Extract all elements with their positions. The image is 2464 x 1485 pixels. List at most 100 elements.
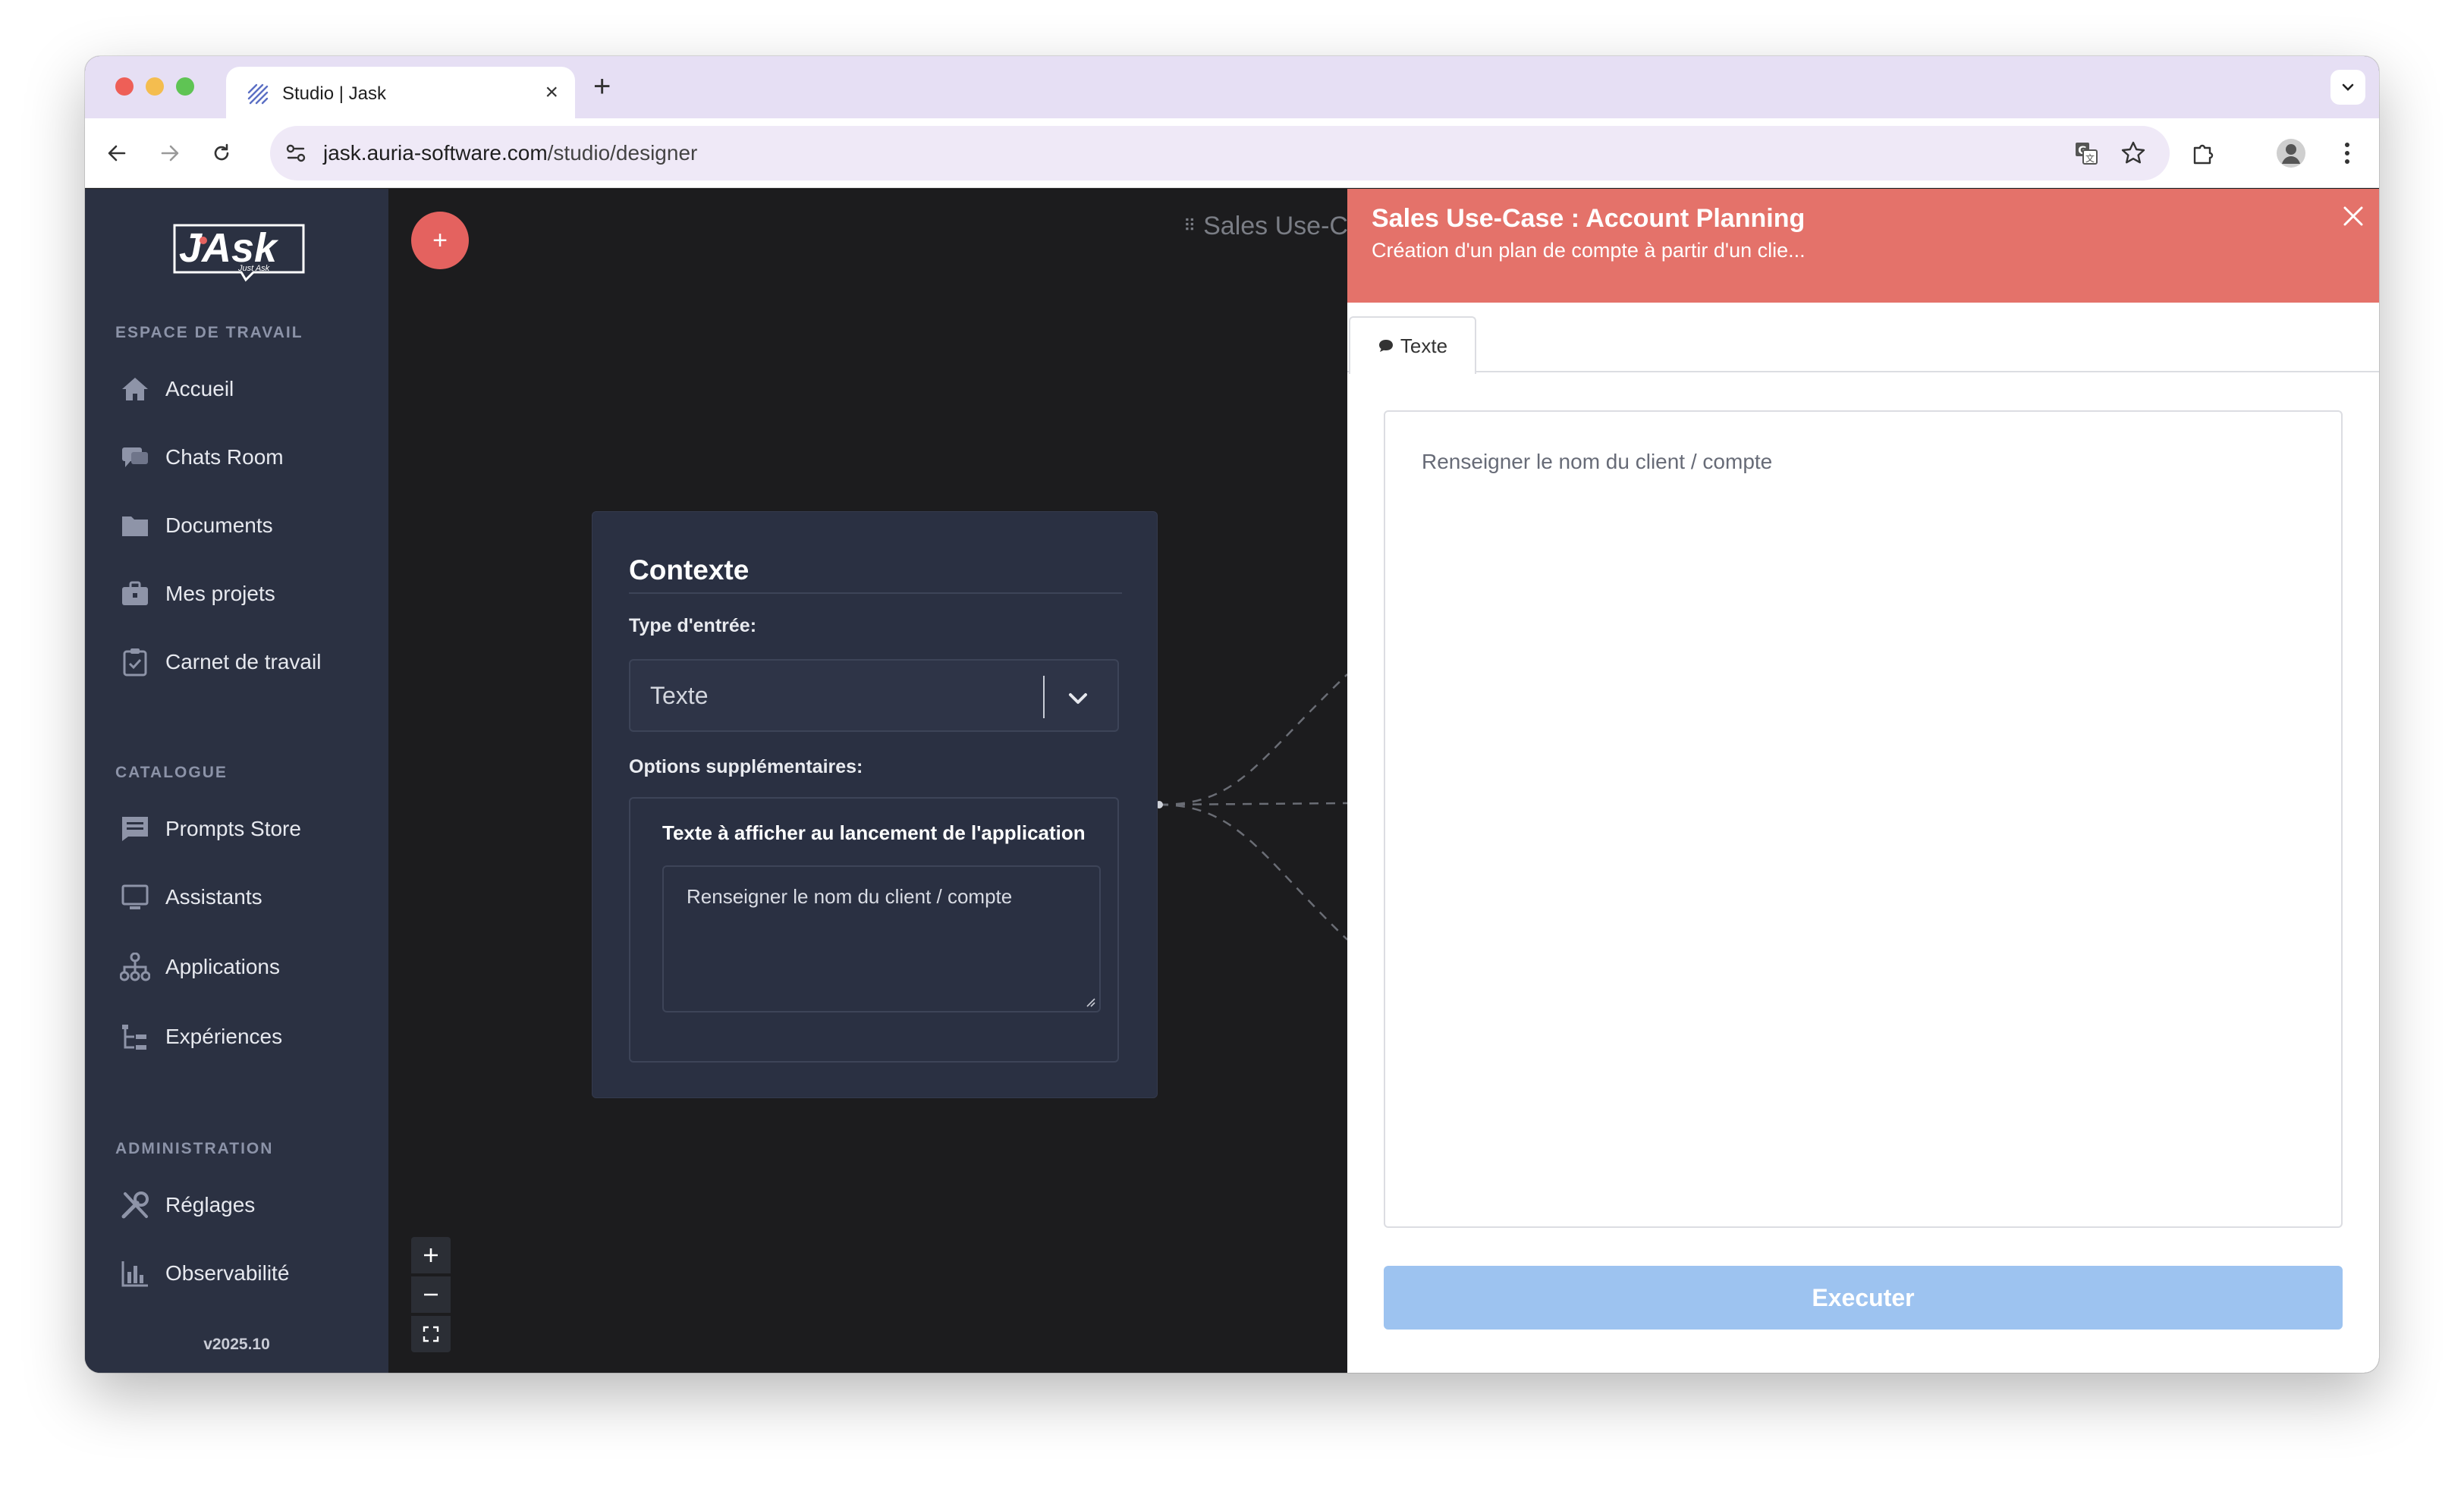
sidebar-item-label: Observabilité <box>165 1261 290 1285</box>
launch-text-input[interactable]: Renseigner le nom du client / compte <box>662 865 1101 1012</box>
app-version: v2025.10 <box>203 1336 270 1353</box>
clipboard-check-icon <box>118 645 152 679</box>
bar-chart-icon <box>118 1257 152 1290</box>
minimize-window-button[interactable] <box>146 77 164 96</box>
reload-button[interactable] <box>205 137 238 170</box>
app-root: JAsk Just Ask ESPACE DE TRAVAIL Accueil … <box>85 189 2379 1373</box>
tree-icon <box>118 1020 152 1053</box>
tab-close-icon[interactable]: × <box>545 79 558 106</box>
new-tab-button[interactable]: + <box>593 70 611 103</box>
close-icon[interactable] <box>2338 201 2368 231</box>
chevron-down-icon <box>2342 83 2354 91</box>
section-title-catalog: CATALOGUE <box>115 764 228 781</box>
sidebar-item-label: Expériences <box>165 1025 283 1048</box>
folder-icon <box>118 509 152 542</box>
preview-panel: Sales Use-Case : Account Planning Créati… <box>1347 189 2379 1373</box>
address-bar[interactable]: jask.auria-software.com/studio/designer … <box>270 126 2170 181</box>
sidebar-item-chats-room[interactable]: Chats Room <box>118 436 376 479</box>
translate-icon[interactable]: G 文 <box>2073 140 2100 167</box>
user-input-textarea[interactable]: Renseigner le nom du client / compte <box>1384 410 2343 1228</box>
minus-icon <box>424 1293 438 1296</box>
fit-view-button[interactable] <box>411 1316 451 1352</box>
add-node-button[interactable]: + <box>411 212 469 269</box>
briefcase-icon <box>118 577 152 611</box>
browser-window: Studio | Jask × + jask.auria-software.co… <box>85 56 2379 1373</box>
designer-canvas[interactable]: + ⠿ Sales Use-C Contexte Type d'entrée: T… <box>388 189 1348 1373</box>
sidebar-item-label: Réglages <box>165 1193 256 1217</box>
avatar-icon <box>2277 139 2305 168</box>
tab-search-button[interactable] <box>2330 70 2365 105</box>
jask-favicon-icon <box>247 83 269 105</box>
kebab-menu-icon <box>2345 143 2349 164</box>
tab-title: Studio | Jask <box>282 83 386 104</box>
execute-button[interactable]: Executer <box>1384 1266 2343 1330</box>
section-title-workspace: ESPACE DE TRAVAIL <box>115 324 303 341</box>
sidebar-item-accueil[interactable]: Accueil <box>118 368 376 410</box>
browser-menu-button[interactable] <box>2330 137 2364 170</box>
zoom-in-button[interactable] <box>411 1237 451 1273</box>
sidebar-item-label: Accueil <box>165 377 234 400</box>
site-settings-icon <box>286 144 306 162</box>
sidebar-item-observabilite[interactable]: Observabilité <box>118 1252 376 1295</box>
chat-icon <box>118 441 152 474</box>
sidebar-item-assistants[interactable]: Assistants <box>118 876 376 918</box>
puzzle-icon <box>2193 144 2214 165</box>
resize-handle-icon[interactable] <box>1084 996 1096 1008</box>
extensions-button[interactable] <box>2186 137 2220 170</box>
sidebar-item-label: Applications <box>165 955 280 978</box>
context-node[interactable]: Contexte Type d'entrée: Texte Options su… <box>592 511 1158 1098</box>
sidebar-item-label: Mes projets <box>165 582 275 605</box>
bookmark-star-icon[interactable] <box>2120 140 2147 167</box>
select-divider <box>1043 676 1045 718</box>
maximize-window-button[interactable] <box>176 77 194 96</box>
monitor-icon <box>118 881 152 914</box>
comment-icon <box>1378 340 1393 352</box>
jask-logo[interactable]: JAsk Just Ask <box>162 219 311 283</box>
back-button[interactable] <box>100 137 134 170</box>
sidebar-item-prompts-store[interactable]: Prompts Store <box>118 808 376 850</box>
launch-text-value: Renseigner le nom du client / compte <box>687 885 1013 908</box>
sidebar-item-label: Chats Room <box>165 445 284 469</box>
browser-tab[interactable]: Studio | Jask × <box>226 67 575 118</box>
close-window-button[interactable] <box>115 77 134 96</box>
forward-button[interactable] <box>153 137 187 170</box>
section-title-admin: ADMINISTRATION <box>115 1140 274 1157</box>
panel-subtitle: Création d'un plan de compte à partir d'… <box>1372 239 1806 262</box>
tab-strip: Studio | Jask × + <box>85 56 2379 118</box>
sidebar-item-mes-projets[interactable]: Mes projets <box>118 573 376 615</box>
browser-toolbar: jask.auria-software.com/studio/designer … <box>85 118 2379 188</box>
sitemap-icon <box>118 950 152 984</box>
sidebar-item-experiences[interactable]: Expériences <box>118 1016 376 1058</box>
sidebar-item-label: Prompts Store <box>165 817 301 840</box>
options-box: Texte à afficher au lancement de l'appli… <box>629 797 1119 1063</box>
input-type-select[interactable]: Texte <box>629 659 1119 732</box>
message-icon <box>118 812 152 846</box>
sidebar-item-documents[interactable]: Documents <box>118 504 376 547</box>
chevron-down-icon[interactable] <box>1063 683 1093 714</box>
sidebar-item-carnet-de-travail[interactable]: Carnet de travail <box>118 641 376 683</box>
node-title: Contexte <box>629 554 750 586</box>
fullscreen-icon <box>423 1326 439 1342</box>
zoom-out-button[interactable] <box>411 1276 451 1313</box>
sidebar-item-applications[interactable]: Applications <box>118 946 376 988</box>
plus-icon <box>424 1248 438 1262</box>
panel-header: Sales Use-Case : Account Planning Créati… <box>1347 189 2379 303</box>
home-icon <box>118 372 152 406</box>
sidebar-item-reglages[interactable]: Réglages <box>118 1184 376 1226</box>
node-divider <box>629 592 1122 594</box>
tools-icon <box>118 1188 152 1222</box>
drag-grid-icon: ⠿ <box>1183 216 1196 235</box>
svg-text:Just Ask: Just Ask <box>237 264 270 273</box>
sidebar-item-label: Carnet de travail <box>165 650 322 673</box>
options-label: Options supplémentaires: <box>629 756 863 777</box>
launch-text-label: Texte à afficher au lancement de l'appli… <box>662 821 1086 844</box>
sidebar-item-label: Documents <box>165 513 273 537</box>
reload-icon <box>214 143 229 161</box>
profile-avatar[interactable] <box>2274 137 2308 170</box>
tab-label: Texte <box>1400 334 1448 357</box>
arrow-right-icon <box>161 145 179 162</box>
panel-tabs: Texte <box>1347 303 2379 374</box>
flow-title: ⠿ Sales Use-C <box>1183 212 1348 240</box>
tab-texte[interactable]: Texte <box>1349 316 1476 374</box>
arrow-left-icon <box>108 145 126 162</box>
